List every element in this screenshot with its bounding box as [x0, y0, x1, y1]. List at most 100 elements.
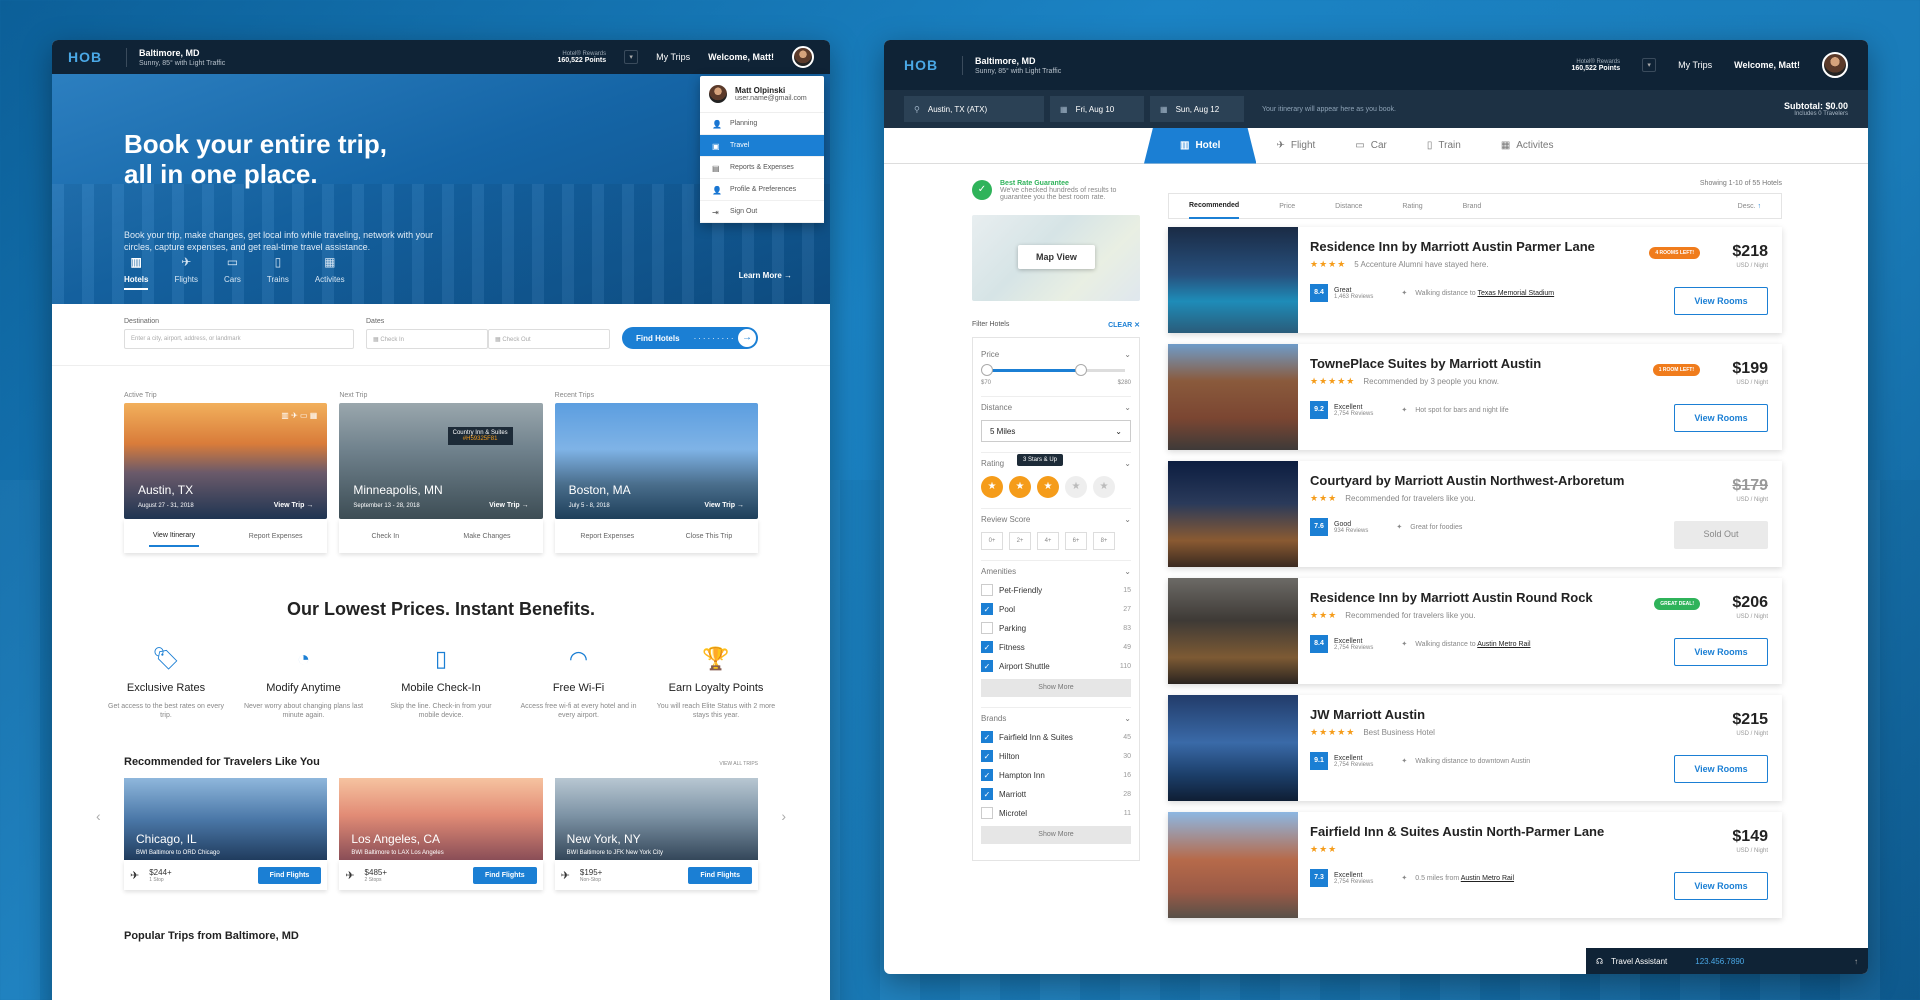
checkbox-icon[interactable]: ✓ — [981, 641, 993, 653]
learn-more-link[interactable]: Learn More → — [739, 271, 792, 280]
feature-link[interactable]: Austin Metro Rail — [1477, 641, 1530, 648]
tab-train[interactable]: ▯ Train — [1407, 128, 1481, 164]
checkbox-icon[interactable]: ✓ — [981, 603, 993, 615]
brand-checkbox[interactable]: ✓ Fairfield Inn & Suites 45 — [981, 731, 1131, 743]
check-out-input[interactable]: ▦ Check Out — [488, 329, 610, 349]
amenity-checkbox[interactable]: Parking 83 — [981, 622, 1131, 634]
feature-link[interactable]: Austin Metro Rail — [1461, 875, 1514, 882]
checkbox-icon[interactable]: ✓ — [981, 769, 993, 781]
view-trip-link[interactable]: View Trip → — [489, 502, 529, 509]
rating-star[interactable]: ★ — [1037, 476, 1059, 498]
checkbox-icon[interactable] — [981, 807, 993, 819]
checkbox-icon[interactable]: ✓ — [981, 750, 993, 762]
chevron-down-icon[interactable]: ⌄ — [1124, 714, 1131, 723]
hotel-name[interactable]: TownePlace Suites by Marriott Austin — [1310, 356, 1770, 371]
chevron-up-icon[interactable]: ↑ — [1854, 957, 1858, 966]
hero-tab-hotels[interactable]: ▥ Hotels — [124, 255, 149, 290]
chevron-down-icon[interactable]: ⌄ — [1124, 403, 1131, 412]
view-rooms-button[interactable]: View Rooms — [1674, 755, 1768, 783]
hotel-name[interactable]: JW Marriott Austin — [1310, 707, 1770, 722]
destination-field[interactable]: ⚲ Austin, TX (ATX) — [904, 96, 1044, 122]
avatar[interactable] — [792, 46, 814, 68]
destination-input[interactable]: Enter a city, airport, address, or landm… — [124, 329, 354, 349]
rating-star[interactable]: ★ — [1065, 476, 1087, 498]
my-trips-link[interactable]: My Trips — [656, 52, 690, 62]
view-trip-link[interactable]: View Trip → — [704, 502, 744, 509]
hotel-name[interactable]: Courtyard by Marriott Austin Northwest-A… — [1310, 473, 1770, 488]
hotel-image[interactable] — [1168, 695, 1298, 801]
amenity-checkbox[interactable]: ✓ Pool 27 — [981, 603, 1131, 615]
rewards-dropdown-icon[interactable]: ▾ — [1642, 58, 1657, 72]
logo[interactable]: HOB — [904, 57, 954, 73]
slider-handle-max[interactable] — [1074, 364, 1087, 376]
review-score-option[interactable]: 6+ — [1065, 532, 1087, 550]
hotel-name[interactable]: Fairfield Inn & Suites Austin North-Parm… — [1310, 824, 1770, 839]
hero-tab-trains[interactable]: ▯ Trains — [267, 255, 289, 290]
hotel-name[interactable]: Residence Inn by Marriott Austin Parmer … — [1310, 239, 1770, 254]
view-trip-link[interactable]: View Trip → — [274, 502, 314, 509]
report-expenses-link[interactable]: Report Expenses — [580, 533, 634, 540]
chevron-down-icon[interactable]: ⌄ — [1124, 350, 1131, 359]
review-score-option[interactable]: 0+ — [981, 532, 1003, 550]
sort-recommended[interactable]: Recommended — [1189, 194, 1240, 219]
find-flights-button[interactable]: Find Flights — [472, 866, 537, 884]
logo[interactable]: HOB — [68, 49, 118, 65]
price-slider[interactable] — [981, 364, 1125, 376]
chevron-right-icon[interactable]: › — [781, 808, 786, 824]
view-itinerary-link[interactable]: View Itinerary — [148, 526, 200, 547]
review-score-option[interactable]: 2+ — [1009, 532, 1031, 550]
rating-star[interactable]: ★ — [981, 476, 1003, 498]
sort-price[interactable]: Price — [1279, 203, 1295, 210]
hero-tab-cars[interactable]: ▭ Cars — [224, 255, 241, 290]
trip-image[interactable]: Country Inn & Suites #H59325F81 Minneapol… — [339, 403, 543, 519]
menu-item-reports[interactable]: ▤ Reports & Expenses — [700, 157, 824, 179]
destination-image[interactable]: Los Angeles, CA BWI Baltimore to LAX Los … — [339, 778, 543, 860]
map-thumbnail[interactable]: Map View — [972, 215, 1140, 301]
trip-image[interactable]: ▥ ✈ ▭ ▦ Austin, TX August 27 - 31, 2018 … — [124, 403, 328, 519]
feature-link[interactable]: Texas Memorial Stadium — [1478, 290, 1555, 297]
tab-hotel[interactable]: ▥ Hotel — [1144, 127, 1257, 164]
show-more-button[interactable]: Show More — [981, 679, 1131, 697]
view-all-trips-link[interactable]: VIEW ALL TRIPS — [719, 761, 758, 767]
show-more-button[interactable]: Show More — [981, 826, 1131, 844]
chevron-down-icon[interactable]: ⌄ — [1124, 515, 1131, 524]
menu-item-profile[interactable]: 👤 Profile & Preferences — [700, 179, 824, 201]
hotel-image[interactable] — [1168, 461, 1298, 567]
brand-checkbox[interactable]: ✓ Hilton 30 — [981, 750, 1131, 762]
check-in-input[interactable]: ▦ Check In — [366, 329, 488, 349]
hero-tab-flights[interactable]: ✈ Flights — [174, 255, 198, 290]
view-rooms-button[interactable]: View Rooms — [1674, 872, 1768, 900]
amenity-checkbox[interactable]: ✓ Airport Shuttle 110 — [981, 660, 1131, 672]
review-score-option[interactable]: 4+ — [1037, 532, 1059, 550]
find-hotels-button[interactable]: Find Hotels ········· → — [622, 327, 758, 349]
amenity-checkbox[interactable]: ✓ Fitness 49 — [981, 641, 1131, 653]
check-in-date[interactable]: ▦ Fri, Aug 10 — [1050, 96, 1144, 122]
report-expenses-link[interactable]: Report Expenses — [249, 533, 303, 540]
menu-item-sign-out[interactable]: ⇥ Sign Out — [700, 201, 824, 223]
rewards[interactable]: Hotel® Rewards 160,522 Points — [558, 51, 607, 64]
find-flights-button[interactable]: Find Flights — [257, 866, 322, 884]
sort-rating[interactable]: Rating — [1402, 203, 1422, 210]
menu-item-planning[interactable]: 👤 Planning — [700, 113, 824, 135]
tab-car[interactable]: ▭ Car — [1335, 128, 1407, 164]
view-rooms-button[interactable]: View Rooms — [1674, 638, 1768, 666]
hotel-image[interactable] — [1168, 344, 1298, 450]
my-trips-link[interactable]: My Trips — [1678, 60, 1712, 70]
clear-filters-link[interactable]: CLEAR ✕ — [1108, 321, 1140, 329]
checkbox-icon[interactable]: ✓ — [981, 660, 993, 672]
brand-checkbox[interactable]: ✓ Hampton Inn 16 — [981, 769, 1131, 781]
close-trip-link[interactable]: Close This Trip — [686, 533, 733, 540]
rating-star[interactable]: ★ — [1093, 476, 1115, 498]
map-view-button[interactable]: Map View — [1018, 245, 1095, 269]
checkbox-icon[interactable] — [981, 622, 993, 634]
sort-direction[interactable]: Desc. ↑ — [1738, 203, 1761, 210]
check-in-link[interactable]: Check In — [371, 533, 399, 540]
hotel-name[interactable]: Residence Inn by Marriott Austin Round R… — [1310, 590, 1770, 605]
make-changes-link[interactable]: Make Changes — [463, 533, 510, 540]
view-rooms-button[interactable]: View Rooms — [1674, 287, 1768, 315]
hotel-image[interactable] — [1168, 578, 1298, 684]
slider-handle-min[interactable] — [981, 364, 993, 376]
rewards-dropdown-icon[interactable]: ▾ — [624, 50, 639, 64]
check-out-date[interactable]: ▦ Sun, Aug 12 — [1150, 96, 1244, 122]
hotel-image[interactable] — [1168, 227, 1298, 333]
